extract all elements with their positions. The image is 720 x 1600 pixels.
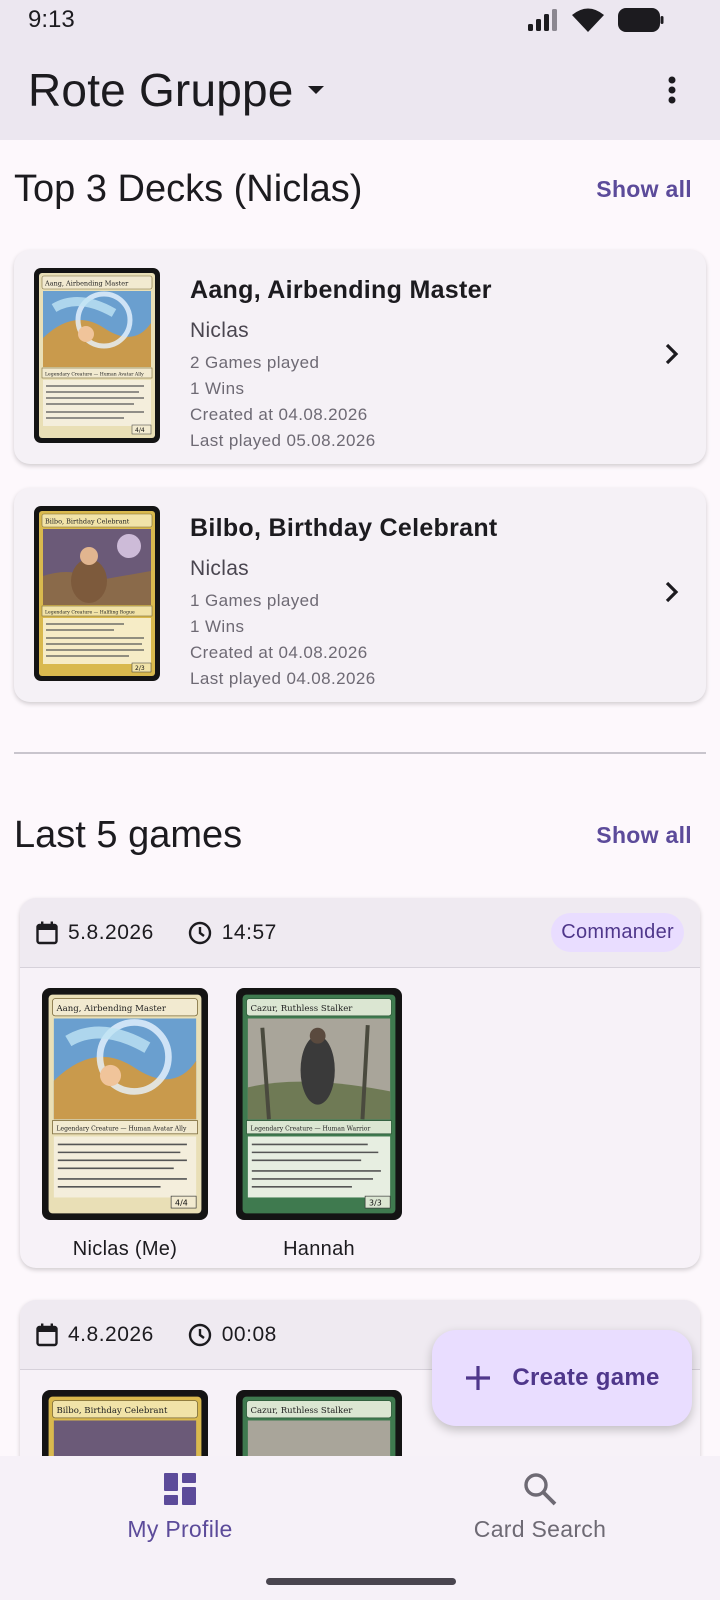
section-divider [14, 752, 706, 754]
last-games-header: Last 5 games Show all [14, 814, 692, 857]
more-options-button[interactable] [652, 60, 692, 120]
signal-icon [528, 9, 557, 31]
deck-games-played: 1 Games played [190, 591, 320, 610]
game-card-header: 5.8.2026 14:57 Commander [20, 898, 700, 968]
nav-card-search-label: Card Search [473, 1516, 607, 1542]
deck-card-title: Aang, Airbending Master [44, 280, 129, 288]
calendar-icon [36, 921, 58, 944]
chevron-right-icon [665, 343, 679, 365]
top-decks-title: Top 3 Decks (Niclas) [14, 168, 363, 210]
group-title: Rote Gruppe [28, 64, 294, 116]
group-selector[interactable]: Rote Gruppe [28, 63, 326, 117]
status-time: 9:13 [28, 6, 75, 33]
deck-created: Created at 04.08.2026 [190, 405, 368, 424]
deck-created: Created at 04.08.2026 [190, 643, 368, 662]
create-game-button[interactable]: Create game [432, 1330, 692, 1426]
player-card-pt: 3/3 [369, 1198, 382, 1207]
main-content[interactable]: Top 3 Decks (Niclas) Show all Aang, Airb… [0, 140, 720, 1456]
game-time: 00:08 [221, 1322, 277, 1346]
deck-owner: Niclas [190, 319, 249, 342]
clock-icon [188, 1323, 211, 1346]
player-entry[interactable]: Cazur, Ruthless Stalker [236, 1390, 402, 1456]
game-card[interactable]: 5.8.2026 14:57 Commander Aang, Airbendin… [20, 898, 700, 1268]
player-entry[interactable]: Bilbo, Birthday Celebrant [42, 1390, 208, 1456]
top-decks-show-all-button[interactable]: Show all [596, 176, 692, 203]
status-icons [528, 8, 664, 32]
game-meta: 5.8.2026 14:57 [36, 921, 277, 945]
nav-my-profile[interactable]: My Profile [80, 1472, 280, 1543]
deck-wins: 1 Wins [190, 379, 245, 398]
player-card-pt: 4/4 [175, 1198, 188, 1207]
player-card-title: Bilbo, Birthday Celebrant [56, 1406, 168, 1416]
player-commander-card: Aang, Airbending Master Legendary Creatu… [42, 988, 208, 1220]
chevron-right-icon [665, 581, 679, 603]
player-name: Hannah [283, 1238, 355, 1260]
nav-my-profile-label: My Profile [127, 1516, 233, 1542]
deck-info: Aang, Airbending Master Niclas 2 Games p… [190, 276, 492, 451]
deck-card-pt: 4/4 [135, 427, 145, 434]
deck-card-title: Bilbo, Birthday Celebrant [45, 518, 130, 526]
battery-icon [618, 8, 664, 32]
deck-card-image: Bilbo, Birthday Celebrant Legendary Crea… [34, 506, 160, 681]
deck-card-pt: 2/3 [135, 665, 145, 672]
deck-wins: 1 Wins [190, 617, 245, 636]
player-commander-card: Cazur, Ruthless Stalker [236, 1390, 402, 1456]
wifi-icon [572, 8, 604, 32]
game-time: 14:57 [221, 920, 277, 944]
deck-card-type: Legendary Creature — Human Avatar Ally [45, 372, 144, 378]
last-games-show-all-button[interactable]: Show all [596, 822, 692, 849]
player-card-title: Cazur, Ruthless Stalker [250, 1406, 353, 1416]
deck-card[interactable]: Bilbo, Birthday Celebrant Legendary Crea… [14, 488, 706, 702]
deck-last-played: Last played 05.08.2026 [190, 431, 376, 450]
player-card-title: Aang, Airbending Master [55, 1004, 166, 1014]
player-commander-card: Cazur, Ruthless Stalker Legendary Creatu… [236, 988, 402, 1220]
deck-info: Bilbo, Birthday Celebrant Niclas 1 Games… [190, 514, 498, 689]
player-commander-card: Bilbo, Birthday Celebrant [42, 1390, 208, 1456]
game-date: 4.8.2026 [68, 1322, 154, 1346]
player-entry[interactable]: Cazur, Ruthless Stalker Legendary Creatu… [236, 988, 402, 1261]
top-decks-header: Top 3 Decks (Niclas) Show all [14, 168, 692, 211]
player-card-type: Legendary Creature — Human Warrior [250, 1125, 370, 1132]
deck-card[interactable]: Aang, Airbending Master Legendary Creatu… [14, 250, 706, 464]
player-card-type: Legendary Creature — Human Avatar Ally [56, 1125, 186, 1132]
dropdown-arrow-icon [307, 86, 324, 94]
nav-card-search[interactable]: Card Search [440, 1472, 640, 1543]
deck-name: Aang, Airbending Master [190, 276, 492, 304]
home-indicator[interactable] [266, 1578, 456, 1585]
dashboard-icon [164, 1473, 196, 1505]
clock-icon [188, 921, 211, 944]
deck-owner: Niclas [190, 557, 249, 580]
app-bar: Rote Gruppe [0, 40, 720, 140]
deck-games-played: 2 Games played [190, 353, 320, 372]
more-vert-icon [668, 76, 676, 104]
game-mode-badge: Commander [551, 913, 684, 952]
search-icon [524, 1473, 557, 1506]
player-entry[interactable]: Aang, Airbending Master Legendary Creatu… [42, 988, 208, 1261]
plus-icon [466, 1366, 491, 1390]
create-game-label: Create game [512, 1364, 660, 1391]
deck-card-type: Legendary Creature — Halfling Rogue [45, 610, 135, 616]
game-date: 5.8.2026 [68, 920, 154, 944]
deck-last-played: Last played 04.08.2026 [190, 669, 376, 688]
game-meta: 4.8.2026 00:08 [36, 1323, 277, 1347]
player-name: Niclas (Me) [72, 1238, 178, 1260]
deck-card-image: Aang, Airbending Master Legendary Creatu… [34, 268, 160, 443]
player-card-title: Cazur, Ruthless Stalker [250, 1004, 353, 1014]
calendar-icon [36, 1323, 58, 1346]
game-players: Aang, Airbending Master Legendary Creatu… [20, 968, 700, 1261]
status-bar: 9:13 [0, 0, 720, 40]
deck-name: Bilbo, Birthday Celebrant [190, 514, 498, 542]
last-games-title: Last 5 games [14, 814, 243, 856]
